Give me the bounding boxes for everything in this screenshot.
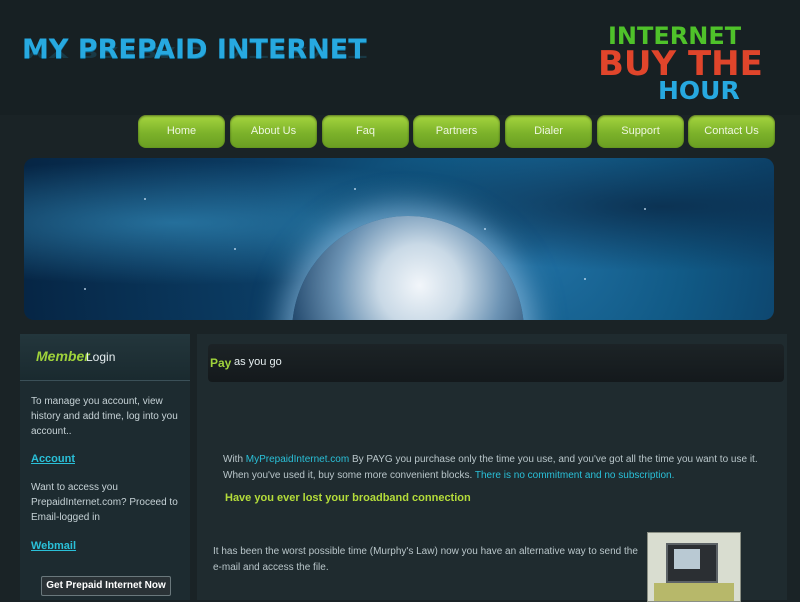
hero-banner: @ xyxy=(24,158,774,320)
nav-partners[interactable]: Partners xyxy=(413,115,500,148)
main-content: Pay as you go With MyPrepaidInternet.com… xyxy=(197,334,787,602)
account-link[interactable]: Account xyxy=(31,453,75,465)
get-prepaid-internet-button[interactable]: Get Prepaid Internet Now xyxy=(41,576,171,596)
star xyxy=(354,188,356,190)
internet-buy-the-hour-logo[interactable]: INTERNET BUY THE HOUR xyxy=(596,22,776,105)
nav-dialer[interactable]: Dialer xyxy=(505,115,592,148)
section-subheading: Have you ever lost your broadband connec… xyxy=(225,492,471,504)
nav-home[interactable]: Home xyxy=(138,115,225,148)
sidebar-title-accent: Member xyxy=(36,348,90,364)
account-description: To manage you account, view history and … xyxy=(31,396,178,437)
star xyxy=(84,288,86,290)
logo-line-hour: HOUR xyxy=(658,76,740,105)
nav-contact-us[interactable]: Contact Us xyxy=(688,115,775,148)
header: MY PREPAID INTERNET MY PREPAID INTERNET … xyxy=(0,0,800,115)
nav-about-us[interactable]: About Us xyxy=(230,115,317,148)
content-title-accent: Pay xyxy=(210,356,232,370)
member-login-sidebar: Member Login To manage you account, view… xyxy=(20,334,190,600)
nav-faq[interactable]: Faq xyxy=(322,115,409,148)
intro-paragraph: With MyPrepaidInternet.com By PAYG you p… xyxy=(223,452,763,484)
webmail-description: Want to access you PrepaidInternet.com? … xyxy=(31,482,178,523)
content-header: Pay as you go xyxy=(208,344,784,382)
site-link[interactable]: MyPrepaidInternet.com xyxy=(246,454,349,465)
desk-shape xyxy=(654,583,734,601)
computer-thumbnail-image xyxy=(647,532,741,602)
monitor-glow xyxy=(674,549,700,569)
star xyxy=(234,248,236,250)
intro-text-start: With xyxy=(223,454,246,465)
star xyxy=(144,198,146,200)
site-title-reflection: MY PREPAID INTERNET xyxy=(22,42,367,60)
no-commitment-text: There is no commitment and no subscripti… xyxy=(474,470,675,481)
sidebar-title: Login xyxy=(86,350,116,364)
content-title: as you go xyxy=(234,356,282,368)
star xyxy=(484,228,486,230)
nav-support[interactable]: Support xyxy=(597,115,684,148)
star xyxy=(644,208,646,210)
star xyxy=(584,278,586,280)
body-paragraph: It has been the worst possible time (Mur… xyxy=(213,546,638,573)
webmail-link[interactable]: Webmail xyxy=(31,540,76,552)
sidebar-header: Member Login xyxy=(20,334,190,381)
